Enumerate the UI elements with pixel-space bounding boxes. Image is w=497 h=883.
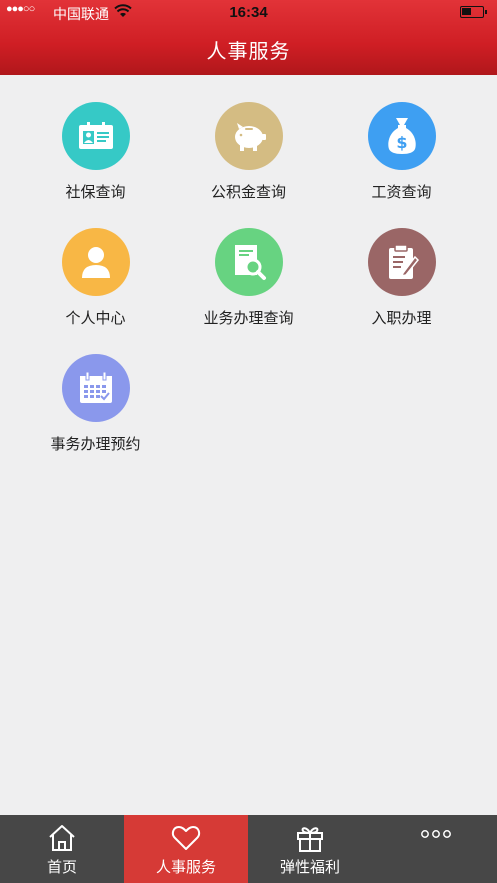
grid-item-label: 个人中心 <box>65 310 126 327</box>
grid-item-label: 业务办理查询 <box>203 310 294 327</box>
grid-item-housing-fund[interactable]: 公积金查询 <box>166 102 331 212</box>
social-security-card-icon <box>62 102 130 170</box>
grid-item-onboarding[interactable]: 入职办理 <box>319 228 484 338</box>
tab-label: 人事服务 <box>155 859 216 876</box>
gift-icon <box>297 827 323 852</box>
grid-item-label: 社保查询 <box>65 184 126 201</box>
grid-item-personal-center[interactable]: 个人中心 <box>13 228 178 338</box>
grid-item-appointment[interactable]: 事务办理预约 <box>13 354 178 464</box>
tab-label: 弹性福利 <box>279 859 340 876</box>
tab-hr-services[interactable]: 人事服务 <box>124 815 248 883</box>
page-title: 人事服务 <box>206 41 291 63</box>
tab-home[interactable]: 首页 <box>0 815 124 883</box>
grid-item-social-security[interactable]: 社保查询 <box>13 102 178 212</box>
grid-item-salary[interactable]: $ 工资查询 <box>319 102 484 212</box>
clipboard-edit-icon <box>368 228 436 296</box>
tab-label: 首页 <box>46 859 77 876</box>
calendar-icon <box>62 354 130 422</box>
money-bag-icon: $ <box>368 102 436 170</box>
clock: 16:34 <box>229 4 268 21</box>
tab-more[interactable] <box>372 815 496 883</box>
header: ●●●○○ 中国联通 16:34 人事服务 <box>0 0 497 75</box>
heart-icon <box>171 826 201 850</box>
tab-bar: 首页 人事服务 弹性福利 <box>0 815 497 883</box>
document-search-icon <box>215 228 283 296</box>
grid-item-label: 公积金查询 <box>210 184 286 201</box>
grid-item-label: 入职办理 <box>371 310 432 327</box>
grid-item-label: 事务办理预约 <box>50 436 141 453</box>
piggy-bank-icon <box>215 102 283 170</box>
svg-text:$: $ <box>396 133 407 152</box>
status-bar: ●●●○○ 中国联通 16:34 <box>0 0 497 24</box>
grid-item-label: 工资查询 <box>371 184 432 201</box>
battery-icon <box>460 6 487 18</box>
person-icon <box>62 228 130 296</box>
more-icon <box>421 830 451 838</box>
home-icon <box>49 825 75 851</box>
grid-item-business-query[interactable]: 业务办理查询 <box>166 228 331 338</box>
tab-flexible-benefits[interactable]: 弹性福利 <box>248 815 372 883</box>
